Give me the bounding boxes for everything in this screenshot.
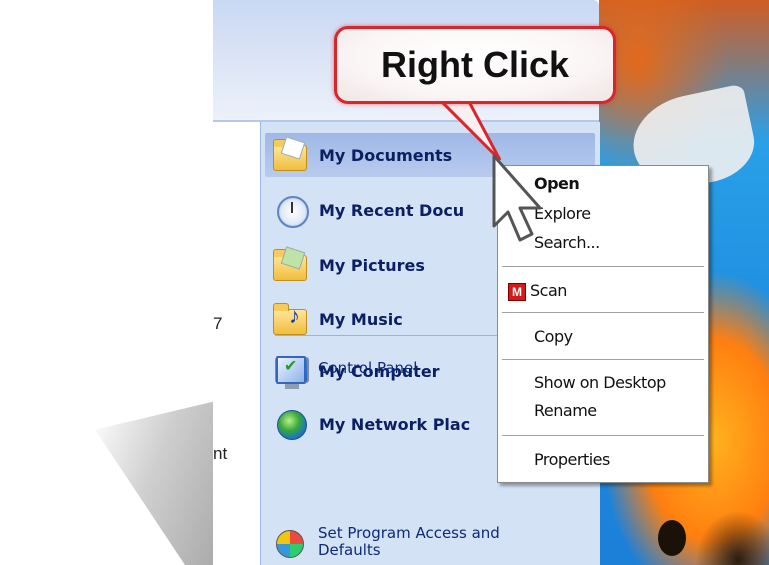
context-item-show-on-desktop[interactable]: Show on Desktop [534, 373, 666, 392]
control-panel-icon [270, 350, 310, 386]
callout-text: Right Click [380, 44, 569, 85]
network-globe-icon [271, 406, 311, 442]
left-column-fragment: nt [213, 444, 228, 463]
my-music-folder-icon: ♪ [271, 301, 311, 337]
scan-icon: M [508, 283, 526, 301]
start-menu-left-column: 7 nt [213, 122, 261, 565]
right-click-callout: Right Click [334, 26, 616, 104]
mouse-pointer-icon [492, 154, 542, 242]
recent-documents-clock-icon [271, 192, 311, 228]
drop-shadow [95, 400, 220, 565]
screenshot-stage: 7 nt My Documents My Recent Docu My Pict… [0, 0, 769, 565]
context-separator [502, 266, 704, 267]
context-separator [502, 359, 704, 360]
menu-item-label: My Network Plac [319, 414, 471, 434]
menu-item-label: My Pictures [319, 255, 425, 275]
context-separator [502, 312, 704, 313]
context-separator [502, 435, 704, 436]
my-pictures-folder-icon [271, 246, 311, 283]
menu-item-label: My Recent Docu [319, 200, 465, 220]
menu-item-label: Set Program Access and Defaults [318, 524, 500, 559]
menu-separator [275, 335, 505, 336]
program-access-icon [270, 524, 310, 560]
menu-item-label: My Music [319, 309, 403, 329]
my-documents-folder-icon [271, 136, 311, 173]
left-column-fragment: 7 [213, 314, 223, 333]
context-item-scan[interactable]: Scan [530, 281, 567, 300]
menu-item-set-program-access[interactable]: Set Program Access and Defaults [264, 520, 594, 564]
context-item-copy[interactable]: Copy [534, 327, 573, 346]
wallpaper-fish-eye [658, 520, 686, 556]
context-item-rename[interactable]: Rename [534, 401, 597, 420]
context-item-properties[interactable]: Properties [534, 450, 610, 469]
